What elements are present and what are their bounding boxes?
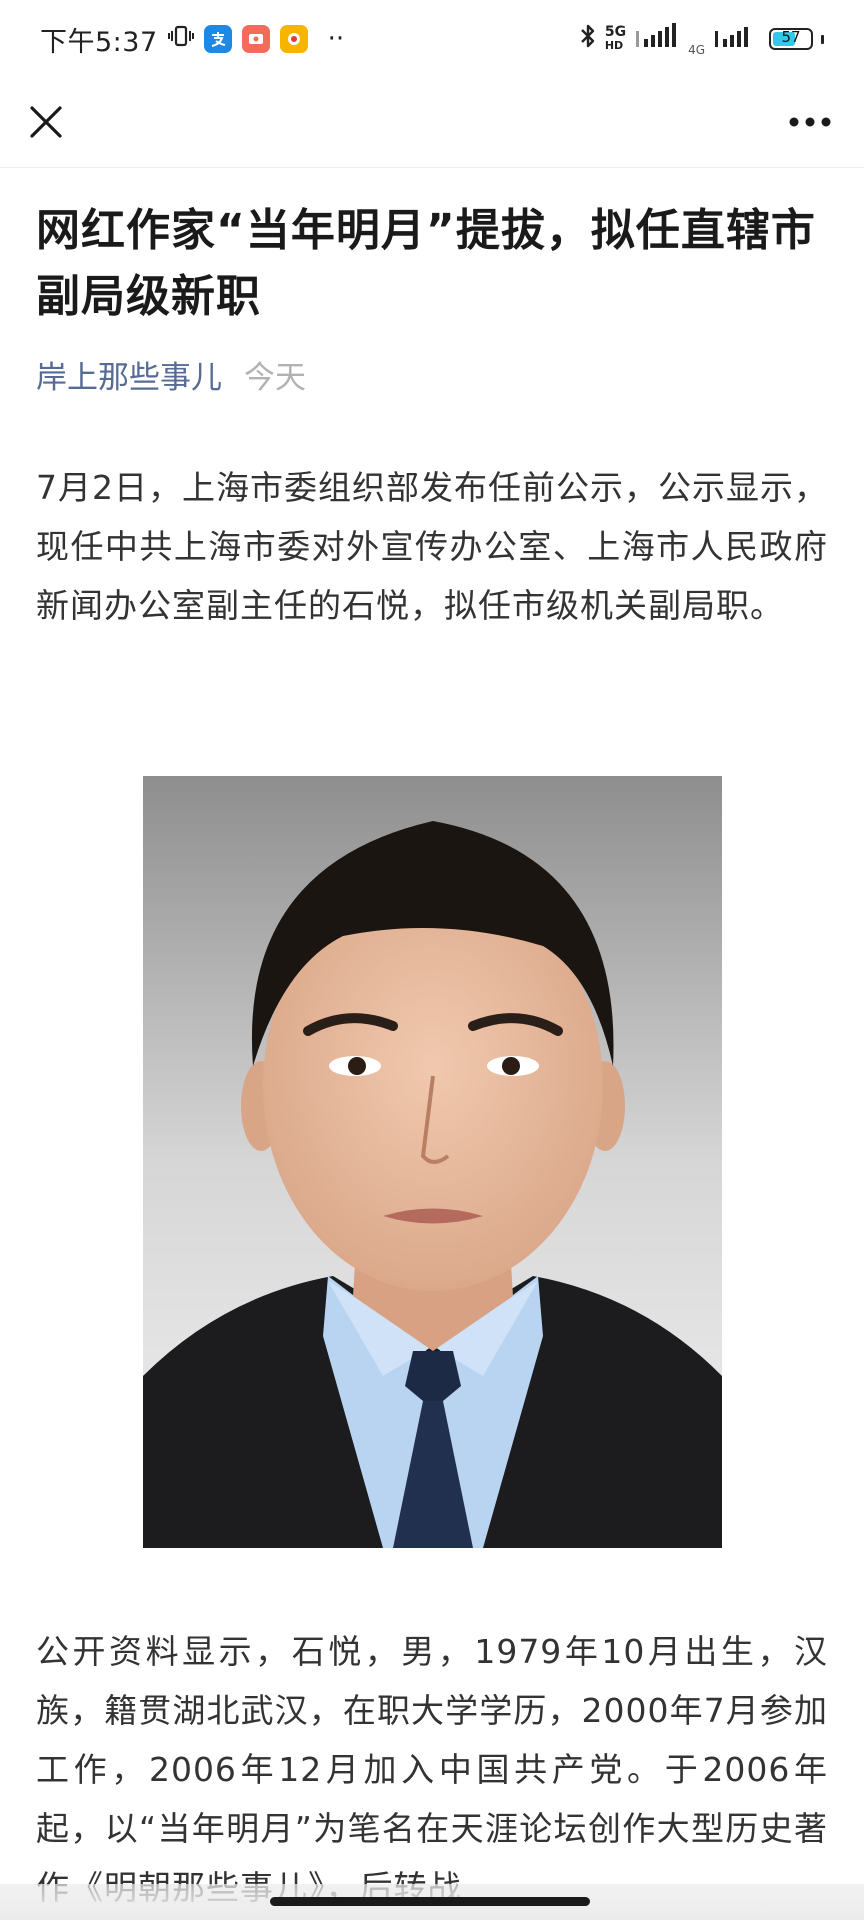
notification-overflow: ··	[327, 24, 345, 54]
paragraph-2: 公开资料显示，石悦，男，1979年10月出生，汉族，籍贯湖北武汉，在职大学学历，…	[36, 1632, 828, 1907]
more-button[interactable]	[782, 98, 838, 146]
status-left: 下午5:37 ··	[40, 20, 344, 59]
status-time: 下午5:37	[40, 26, 158, 58]
article-title: 网红作家“当年明月”提拔，拟任直辖市副局级新职	[36, 205, 816, 322]
close-button[interactable]	[22, 98, 70, 146]
screen: 下午5:37 ·· 5G HD 4G 57 网红作家“当年明月”提拔，拟任直辖市…	[0, 0, 864, 1920]
network-4g-label: 4G	[688, 43, 705, 57]
vibrate-icon	[167, 23, 194, 56]
battery-icon: 57	[769, 28, 813, 50]
close-icon	[30, 106, 62, 138]
battery-text: 57	[781, 28, 801, 46]
signal-5g-icon	[634, 22, 680, 56]
home-indicator[interactable]	[270, 1897, 590, 1906]
signal-4g-icon	[713, 23, 753, 56]
bluetooth-icon	[579, 23, 597, 56]
status-bar: 下午5:37 ·· 5G HD 4G 57	[0, 0, 864, 78]
network-5g-text: 5G	[604, 24, 627, 40]
account-name-link[interactable]: 岸上那些事儿	[36, 360, 222, 396]
battery-cap	[821, 34, 824, 44]
portrait-photo	[143, 776, 722, 1548]
taobao-icon	[279, 25, 308, 53]
paragraph-2-container: 公开资料显示，石悦，男，1979年10月出生，汉族，籍贯湖北武汉，在职大学学历，…	[36, 1622, 828, 1917]
status-right: 5G HD 4G 57	[579, 21, 824, 57]
more-icon	[789, 117, 831, 127]
photo-app-icon	[241, 25, 270, 53]
article-meta: 岸上那些事儿 今天	[36, 356, 828, 400]
paragraph-1: 7月2日，上海市委组织部发布任前公示，公示显示，现任中共上海市委对外宣传办公室、…	[36, 468, 828, 625]
nav-bar	[0, 78, 864, 168]
network-5g-label: 5G HD	[605, 25, 626, 53]
alipay-icon	[203, 25, 232, 53]
publish-date: 今天	[244, 360, 306, 396]
article: 网红作家“当年明月”提拔，拟任直辖市副局级新职 岸上那些事儿 今天 7月2日，上海…	[36, 168, 828, 635]
hd-text: HD	[604, 39, 624, 52]
